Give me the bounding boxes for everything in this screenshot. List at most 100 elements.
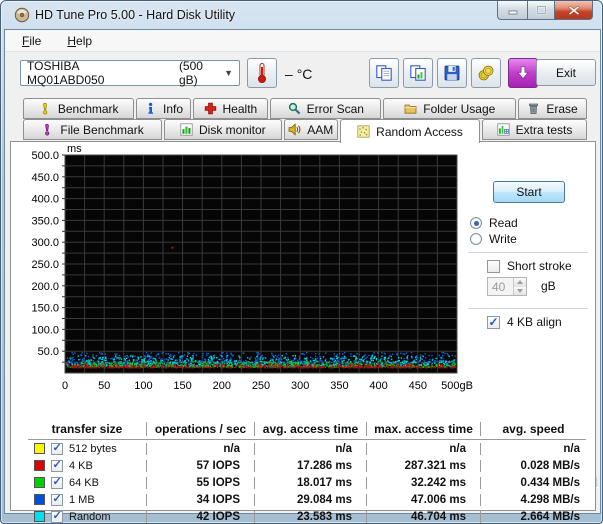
write-radio[interactable]: [470, 233, 482, 245]
title-bar[interactable]: HD Tune Pro 5.00 - Hard Disk Utility: [1, 1, 602, 29]
series-label: Random: [69, 511, 111, 523]
col-transfer-size: transfer size: [28, 422, 146, 436]
svg-text:400.0: 400.0: [31, 194, 59, 206]
short-stroke-value: 40: [488, 278, 513, 295]
short-stroke-checkbox[interactable]: [487, 260, 500, 273]
app-disk-icon: [14, 7, 30, 23]
separator: [468, 308, 588, 309]
series-label: 4 KB: [69, 460, 93, 472]
read-label: Read: [489, 216, 518, 230]
copy-file-button[interactable]: [403, 58, 433, 88]
spinner-arrows[interactable]: [513, 278, 526, 295]
aam-icon: [288, 123, 301, 136]
exit-button[interactable]: Exit: [536, 59, 596, 86]
coins-icon: [477, 64, 495, 82]
close-icon: [568, 5, 580, 16]
short-stroke-capacity-spinner[interactable]: 40: [487, 277, 527, 296]
col-avg-speed: avg. speed: [480, 422, 586, 436]
svg-text:350: 350: [330, 380, 348, 392]
svg-text:450: 450: [409, 380, 427, 392]
drive-capacity: (500 gB): [179, 59, 224, 87]
toolbar-buttons: [369, 58, 538, 88]
svg-text:500gB: 500gB: [441, 380, 473, 392]
svg-text:100.0: 100.0: [31, 324, 59, 336]
tab-row-1: BenchmarkInfoHealthError ScanFolder Usag…: [23, 98, 587, 119]
table-row-512-bytes: 512 bytesn/an/an/an/a: [28, 440, 586, 457]
access-time-chart: 50.0100.0150.0200.0250.0300.0350.0400.04…: [23, 143, 473, 403]
svg-text:350.0: 350.0: [31, 215, 59, 227]
file-benchmark-icon: [41, 123, 54, 136]
tab-file-benchmark[interactable]: File Benchmark: [23, 119, 162, 140]
tab-folder-usage[interactable]: Folder Usage: [383, 98, 516, 119]
drive-selector-dropdown[interactable]: TOSHIBA MQ01ABD050 (500 gB) ▼: [20, 60, 240, 86]
menu-help[interactable]: Help: [58, 30, 101, 51]
tab-error-scan[interactable]: Error Scan: [270, 98, 381, 119]
series-checkbox[interactable]: [51, 460, 63, 472]
download-arrow-button[interactable]: [508, 58, 538, 88]
4kb-align-checkbox[interactable]: [487, 316, 500, 329]
series-color-swatch: [34, 494, 45, 505]
random-access-icon: [357, 125, 370, 138]
tab-row-2: File BenchmarkDisk monitorAAMRandom Acce…: [23, 119, 587, 140]
col-max-access: max. access time: [366, 422, 480, 436]
copy-button[interactable]: [369, 58, 399, 88]
temperature-readout: – °C: [285, 66, 312, 82]
tab-aam[interactable]: AAM: [284, 119, 338, 140]
benchmark-icon: [39, 102, 52, 115]
tab-erase[interactable]: Erase: [518, 98, 587, 119]
series-checkbox[interactable]: [51, 477, 63, 489]
spin-up-icon[interactable]: [514, 278, 526, 287]
svg-text:400: 400: [369, 380, 387, 392]
app-window: HD Tune Pro 5.00 - Hard Disk Utility Fil…: [0, 0, 603, 524]
series-label: 1 MB: [69, 494, 95, 506]
svg-text:450.0: 450.0: [31, 172, 59, 184]
spin-down-icon[interactable]: [514, 287, 526, 296]
svg-text:200.0: 200.0: [31, 281, 59, 293]
series-color-swatch: [34, 477, 45, 488]
series-checkbox[interactable]: [51, 511, 63, 523]
tab-random-access[interactable]: Random Access: [340, 119, 480, 143]
series-checkbox[interactable]: [51, 494, 63, 506]
app-client-area: File Help TOSHIBA MQ01ABD050 (500 gB) ▼ –…: [4, 29, 601, 514]
svg-text:300.0: 300.0: [31, 237, 59, 249]
svg-text:50: 50: [98, 380, 110, 392]
temperature-button[interactable]: [247, 58, 277, 88]
close-button[interactable]: [555, 1, 593, 20]
results-table: transfer sizeoperations / secavg. access…: [28, 422, 586, 524]
svg-text:150: 150: [173, 380, 191, 392]
svg-text:300: 300: [291, 380, 309, 392]
svg-text:ms: ms: [67, 143, 82, 155]
table-row-4-kb: 4 KB57 IOPS17.286 ms287.321 ms0.028 MB/s: [28, 457, 586, 474]
short-stroke-label: Short stroke: [507, 259, 572, 273]
ops-value: 34 IOPS: [146, 494, 254, 506]
chevron-down-icon: ▼: [224, 68, 233, 78]
max-access-value: 46.704 ms: [366, 511, 480, 523]
svg-text:200: 200: [213, 380, 231, 392]
ops-value: 57 IOPS: [146, 460, 254, 472]
extra-tests-icon: [497, 123, 510, 136]
col-avg-access: avg. access time: [254, 422, 366, 436]
tab-extra-tests[interactable]: Extra tests: [482, 119, 587, 140]
disk-monitor-icon: [180, 123, 193, 136]
coins-button[interactable]: [471, 58, 501, 88]
series-checkbox[interactable]: [51, 443, 63, 455]
tab-info[interactable]: Info: [136, 98, 190, 119]
max-access-value: 47.006 ms: [366, 494, 480, 506]
menu-file[interactable]: File: [13, 30, 50, 51]
tab-health[interactable]: Health: [193, 98, 268, 119]
copy-icon: [375, 64, 393, 82]
ops-value: n/a: [146, 443, 254, 455]
avg-access-value: 23.583 ms: [254, 511, 366, 523]
start-button[interactable]: Start: [493, 181, 565, 203]
maximize-button[interactable]: [527, 1, 555, 20]
tab-disk-monitor[interactable]: Disk monitor: [164, 119, 281, 140]
tab-benchmark[interactable]: Benchmark: [23, 98, 134, 119]
table-row-1-mb: 1 MB34 IOPS29.084 ms47.006 ms4.298 MB/s: [28, 491, 586, 508]
save-button[interactable]: [437, 58, 467, 88]
series-color-swatch: [34, 460, 45, 471]
minimize-button[interactable]: [497, 1, 527, 20]
read-radio[interactable]: [470, 217, 482, 229]
max-access-value: 32.242 ms: [366, 477, 480, 489]
menu-bar: File Help: [5, 30, 600, 52]
avg-speed-value: 4.298 MB/s: [480, 494, 586, 506]
